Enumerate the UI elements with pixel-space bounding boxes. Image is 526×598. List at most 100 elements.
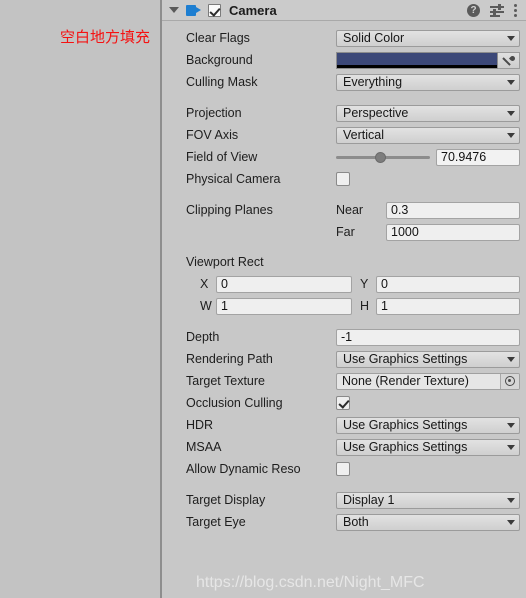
target-eye-dropdown[interactable]: Both [336,513,520,531]
label-rendering-path: Rendering Path [186,352,273,366]
depth-input[interactable]: -1 [336,328,520,346]
msaa-dropdown[interactable]: Use Graphics Settings [336,438,520,456]
label-physical-camera: Physical Camera [186,172,281,186]
label-target-eye: Target Eye [186,515,246,529]
row-rendering-path: Rendering Path Use Graphics Settings [162,348,526,370]
chevron-down-icon [507,497,515,503]
row-depth: Depth -1 [162,326,526,348]
msaa-value: Use Graphics Settings [343,440,468,454]
component-title: Camera [229,2,277,18]
field-of-view-input[interactable]: 70.9476 [436,148,520,166]
viewport-x-input[interactable]: 0 [216,275,352,293]
chevron-down-icon [507,519,515,525]
viewport-h-input[interactable]: 1 [376,297,520,315]
chevron-down-icon [507,110,515,116]
label-background: Background [186,53,253,67]
row-fov-axis: FOV Axis Vertical [162,124,526,146]
label-culling-mask: Culling Mask [186,75,258,89]
row-viewport-xy: X 0 Y 0 [162,273,526,295]
row-culling-mask: Culling Mask Everything [162,71,526,93]
annotation-text: 空白地方填充 [60,28,151,46]
rendering-path-value: Use Graphics Settings [343,352,468,366]
row-msaa: MSAA Use Graphics Settings [162,436,526,458]
row-projection: Projection Perspective [162,102,526,124]
row-target-display: Target Display Display 1 [162,489,526,511]
projection-dropdown[interactable]: Perspective [336,104,520,122]
label-viewport-rect: Viewport Rect [186,255,264,269]
projection-value: Perspective [343,106,409,120]
background-color-field[interactable] [336,51,520,69]
label-fov-axis: FOV Axis [186,128,239,142]
clipping-near-input[interactable]: 0.3 [386,201,520,219]
chevron-down-icon [507,79,515,85]
fov-axis-value: Vertical [343,128,384,142]
label-viewport-x: X [200,277,209,291]
label-clipping-planes: Clipping Planes [186,203,273,217]
inspector-body: Clear Flags Solid Color Background Culli… [162,21,526,533]
row-viewport-wh: W 1 H 1 [162,295,526,317]
background-color-swatch[interactable] [336,51,498,69]
help-icon[interactable]: ? [467,3,480,17]
clear-flags-dropdown[interactable]: Solid Color [336,29,520,47]
row-target-texture: Target Texture None (Render Texture) [162,370,526,392]
row-hdr: HDR Use Graphics Settings [162,414,526,436]
component-header[interactable]: Camera ? [162,0,526,21]
culling-mask-value: Everything [343,75,403,89]
label-clear-flags: Clear Flags [186,31,250,45]
viewport-w-input[interactable]: 1 [216,297,352,315]
target-texture-object-field[interactable]: None (Render Texture) [336,372,520,390]
label-viewport-w: W [200,299,212,313]
label-depth: Depth [186,330,220,344]
occlusion-culling-checkbox[interactable] [336,396,350,410]
chevron-down-icon [507,422,515,428]
object-picker-icon[interactable] [500,373,519,389]
label-msaa: MSAA [186,440,222,454]
eyedropper-icon[interactable] [498,51,520,69]
culling-mask-dropdown[interactable]: Everything [336,73,520,91]
clear-flags-value: Solid Color [343,31,405,45]
row-clear-flags: Clear Flags Solid Color [162,27,526,49]
label-target-display: Target Display [186,493,266,507]
row-occlusion-culling: Occlusion Culling [162,392,526,414]
label-hdr: HDR [186,418,214,432]
inspector-window: 空白地方填充 Camera ? Clear Flags Solid Color … [0,0,526,598]
allow-dynamic-resolution-checkbox[interactable] [336,462,350,476]
fov-axis-dropdown[interactable]: Vertical [336,126,520,144]
label-occlusion-culling: Occlusion Culling [186,396,283,410]
label-allow-dynamic-resolution: Allow Dynamic Reso [186,462,301,476]
component-enabled-checkbox[interactable] [208,3,221,17]
physical-camera-checkbox[interactable] [336,172,350,186]
row-clipping-planes-far: Far 1000 [162,221,526,243]
chevron-down-icon [507,35,515,41]
camera-component-inspector: Camera ? Clear Flags Solid Color Backgro… [162,0,526,598]
row-physical-camera: Physical Camera [162,168,526,190]
header-icon-group: ? [467,3,518,17]
rendering-path-dropdown[interactable]: Use Graphics Settings [336,350,520,368]
alpha-bar [337,64,497,68]
slider-knob[interactable] [375,152,387,163]
target-eye-value: Both [343,515,369,529]
triangle-down-icon[interactable] [169,7,179,13]
target-display-value: Display 1 [343,493,395,507]
row-clipping-planes-near: Clipping Planes Near 0.3 [162,199,526,221]
target-display-dropdown[interactable]: Display 1 [336,491,520,509]
row-allow-dynamic-resolution: Allow Dynamic Reso [162,458,526,480]
hdr-dropdown[interactable]: Use Graphics Settings [336,416,520,434]
label-viewport-y: Y [360,277,369,291]
clipping-far-input[interactable]: 1000 [386,223,520,241]
hdr-value: Use Graphics Settings [343,418,468,432]
left-blank-panel: 空白地方填充 [0,0,160,598]
kebab-menu-icon[interactable] [514,3,518,17]
label-target-texture: Target Texture [186,374,265,388]
field-of-view-slider[interactable] [336,150,430,164]
row-background: Background [162,49,526,71]
chevron-down-icon [507,356,515,362]
label-projection: Projection [186,106,242,120]
viewport-y-input[interactable]: 0 [376,275,520,293]
row-field-of-view: Field of View 70.9476 [162,146,526,168]
target-texture-value: None (Render Texture) [342,374,469,388]
chevron-down-icon [507,444,515,450]
preset-sliders-icon[interactable] [490,3,504,17]
label-viewport-h: H [360,299,370,313]
camera-icon [186,4,201,16]
